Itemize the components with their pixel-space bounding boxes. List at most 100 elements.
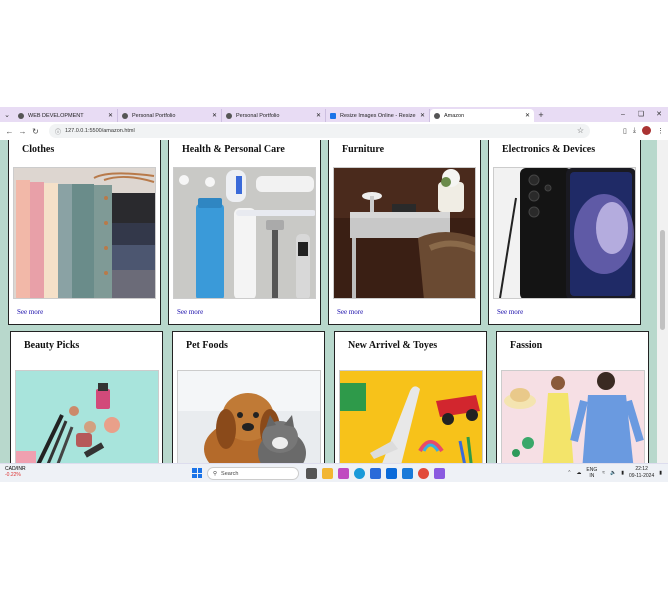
see-more-link[interactable]: See more: [337, 308, 363, 316]
file-explorer-icon[interactable]: [322, 468, 333, 479]
search-placeholder: Search: [221, 470, 239, 477]
beauty-image[interactable]: [15, 370, 159, 463]
tab-title: WEB DEVELOPMENT: [28, 112, 84, 119]
card-title: Clothes: [22, 144, 55, 155]
category-card-furniture: Furniture See more: [328, 140, 481, 325]
toys-image[interactable]: [339, 370, 483, 463]
edge-icon[interactable]: [354, 468, 365, 479]
window-controls: – ❏ ✕: [614, 107, 668, 122]
address-bar[interactable]: ⓘ 127.0.0.1:5500/amazon.html ☆: [49, 124, 590, 138]
clothes-image[interactable]: [13, 167, 156, 299]
tab-title: Resize Images Online - Resize: [340, 112, 416, 119]
download-icon[interactable]: ⤓: [633, 127, 636, 135]
globe-icon: [18, 112, 24, 119]
notification-icon[interactable]: ▮: [659, 470, 662, 476]
time: 22:12: [635, 466, 648, 472]
close-window-icon[interactable]: ✕: [650, 107, 668, 122]
toolbar-actions: ▯ ⤓ ⋮: [623, 126, 664, 135]
menu-icon[interactable]: ⋮: [657, 127, 664, 135]
close-tab-icon[interactable]: ✕: [316, 112, 321, 119]
profile-avatar[interactable]: [642, 126, 651, 135]
card-title: Electronics & Devices: [502, 144, 596, 155]
electronics-image[interactable]: [493, 167, 636, 299]
bookmark-star-icon[interactable]: ☆: [577, 126, 584, 135]
battery-icon[interactable]: ▮: [621, 470, 624, 476]
date: 09-11-2024: [629, 473, 655, 479]
chrome-icon[interactable]: [418, 468, 429, 479]
task-view-icon[interactable]: [306, 468, 317, 479]
page-viewport: Clothes See more Health & Personal Care …: [0, 140, 657, 463]
vscode-icon[interactable]: [402, 468, 413, 479]
card-title: Furniture: [342, 144, 385, 155]
volume-icon[interactable]: 🔈: [610, 470, 616, 476]
see-more-link[interactable]: See more: [17, 308, 43, 316]
search-icon: ⚲: [213, 470, 218, 477]
lang-bottom: IN: [589, 473, 595, 479]
taskbar-search[interactable]: ⚲ Search: [207, 467, 299, 480]
pinned-apps: [306, 468, 445, 479]
copilot-icon[interactable]: [338, 468, 349, 479]
site-info-icon[interactable]: ⓘ: [55, 127, 61, 136]
tab-personal-portfolio-2[interactable]: Personal Portfolio ✕: [222, 109, 326, 122]
new-tab-button[interactable]: +: [534, 109, 548, 122]
url-text: 127.0.0.1:5500/amazon.html: [65, 128, 135, 134]
close-tab-icon[interactable]: ✕: [108, 112, 113, 119]
close-tab-icon[interactable]: ✕: [212, 112, 217, 119]
see-more-link[interactable]: See more: [177, 308, 203, 316]
tab-title: Personal Portfolio: [236, 112, 280, 119]
tab-strip: ⌄ WEB DEVELOPMENT ✕ Personal Portfolio ✕…: [0, 107, 668, 122]
globe-icon: [226, 112, 232, 119]
tab-title: Personal Portfolio: [132, 112, 176, 119]
language-indicator[interactable]: ENG IN: [586, 467, 597, 479]
system-tray: ⌃ ☁ ENG IN ≈ 🔈 ▮ 22:12 09-11-2024 ▮: [567, 466, 662, 480]
clock[interactable]: 22:12 09-11-2024: [629, 466, 654, 480]
wifi-icon[interactable]: ≈: [602, 470, 605, 476]
card-title: Health & Personal Care: [182, 144, 285, 155]
globe-icon: [434, 112, 440, 119]
chevron-up-icon[interactable]: ⌃: [567, 470, 571, 476]
see-more-link[interactable]: See more: [497, 308, 523, 316]
category-card-fashion: Fassion: [496, 331, 649, 463]
tab-resize-images[interactable]: Resize Images Online - Resize ✕: [326, 109, 430, 122]
windows-taskbar: CAD/INR -0.22% ⚲ Search ⌃ ☁ ENG IN ≈ 🔈 ▮…: [0, 463, 668, 482]
category-card-beauty: Beauty Picks: [10, 331, 163, 463]
store-icon[interactable]: [370, 468, 381, 479]
globe-icon: [122, 112, 128, 119]
minimize-icon[interactable]: –: [614, 107, 632, 122]
fashion-image[interactable]: [501, 370, 645, 463]
card-title: Beauty Picks: [24, 340, 80, 351]
browser-toolbar: ← → ↻ ⓘ 127.0.0.1:5500/amazon.html ☆ ▯ ⤓…: [0, 122, 668, 140]
dropbox-icon[interactable]: [386, 468, 397, 479]
forward-icon[interactable]: →: [16, 127, 29, 136]
category-card-electronics: Electronics & Devices See more: [488, 140, 641, 325]
card-title: New Arrivel & Toyes: [348, 340, 438, 351]
cloud-icon[interactable]: ☁: [576, 470, 581, 476]
extensions-icon[interactable]: ▯: [623, 127, 627, 135]
tab-amazon[interactable]: Amazon ✕: [430, 109, 534, 122]
category-card-pet-foods: Pet Foods: [172, 331, 325, 463]
page-scrollbar[interactable]: [657, 140, 668, 463]
browser-window: ⌄ WEB DEVELOPMENT ✕ Personal Portfolio ✕…: [0, 107, 668, 482]
tab-personal-portfolio-1[interactable]: Personal Portfolio ✕: [118, 109, 222, 122]
stock-widget[interactable]: CAD/INR -0.22%: [5, 466, 26, 478]
tab-web-development[interactable]: WEB DEVELOPMENT ✕: [14, 109, 118, 122]
resize-site-icon: [330, 112, 336, 119]
tab-title: Amazon: [444, 112, 465, 119]
category-card-clothes: Clothes See more: [8, 140, 161, 325]
card-title: Pet Foods: [186, 340, 228, 351]
category-card-new-arrivals: New Arrivel & Toyes: [334, 331, 487, 463]
health-care-image[interactable]: [173, 167, 316, 299]
card-title: Fassion: [510, 340, 543, 351]
tab-search-chevron-icon[interactable]: ⌄: [0, 107, 14, 122]
furniture-image[interactable]: [333, 167, 476, 299]
back-icon[interactable]: ←: [3, 127, 16, 136]
windows-start-icon[interactable]: [192, 468, 202, 478]
scrollbar-thumb[interactable]: [660, 230, 665, 330]
close-tab-icon[interactable]: ✕: [525, 112, 530, 119]
app-icon[interactable]: [434, 468, 445, 479]
close-tab-icon[interactable]: ✕: [420, 112, 425, 119]
reload-icon[interactable]: ↻: [29, 127, 42, 136]
maximize-icon[interactable]: ❏: [632, 107, 650, 122]
category-card-health: Health & Personal Care See more: [168, 140, 321, 325]
pet-foods-image[interactable]: [177, 370, 321, 463]
